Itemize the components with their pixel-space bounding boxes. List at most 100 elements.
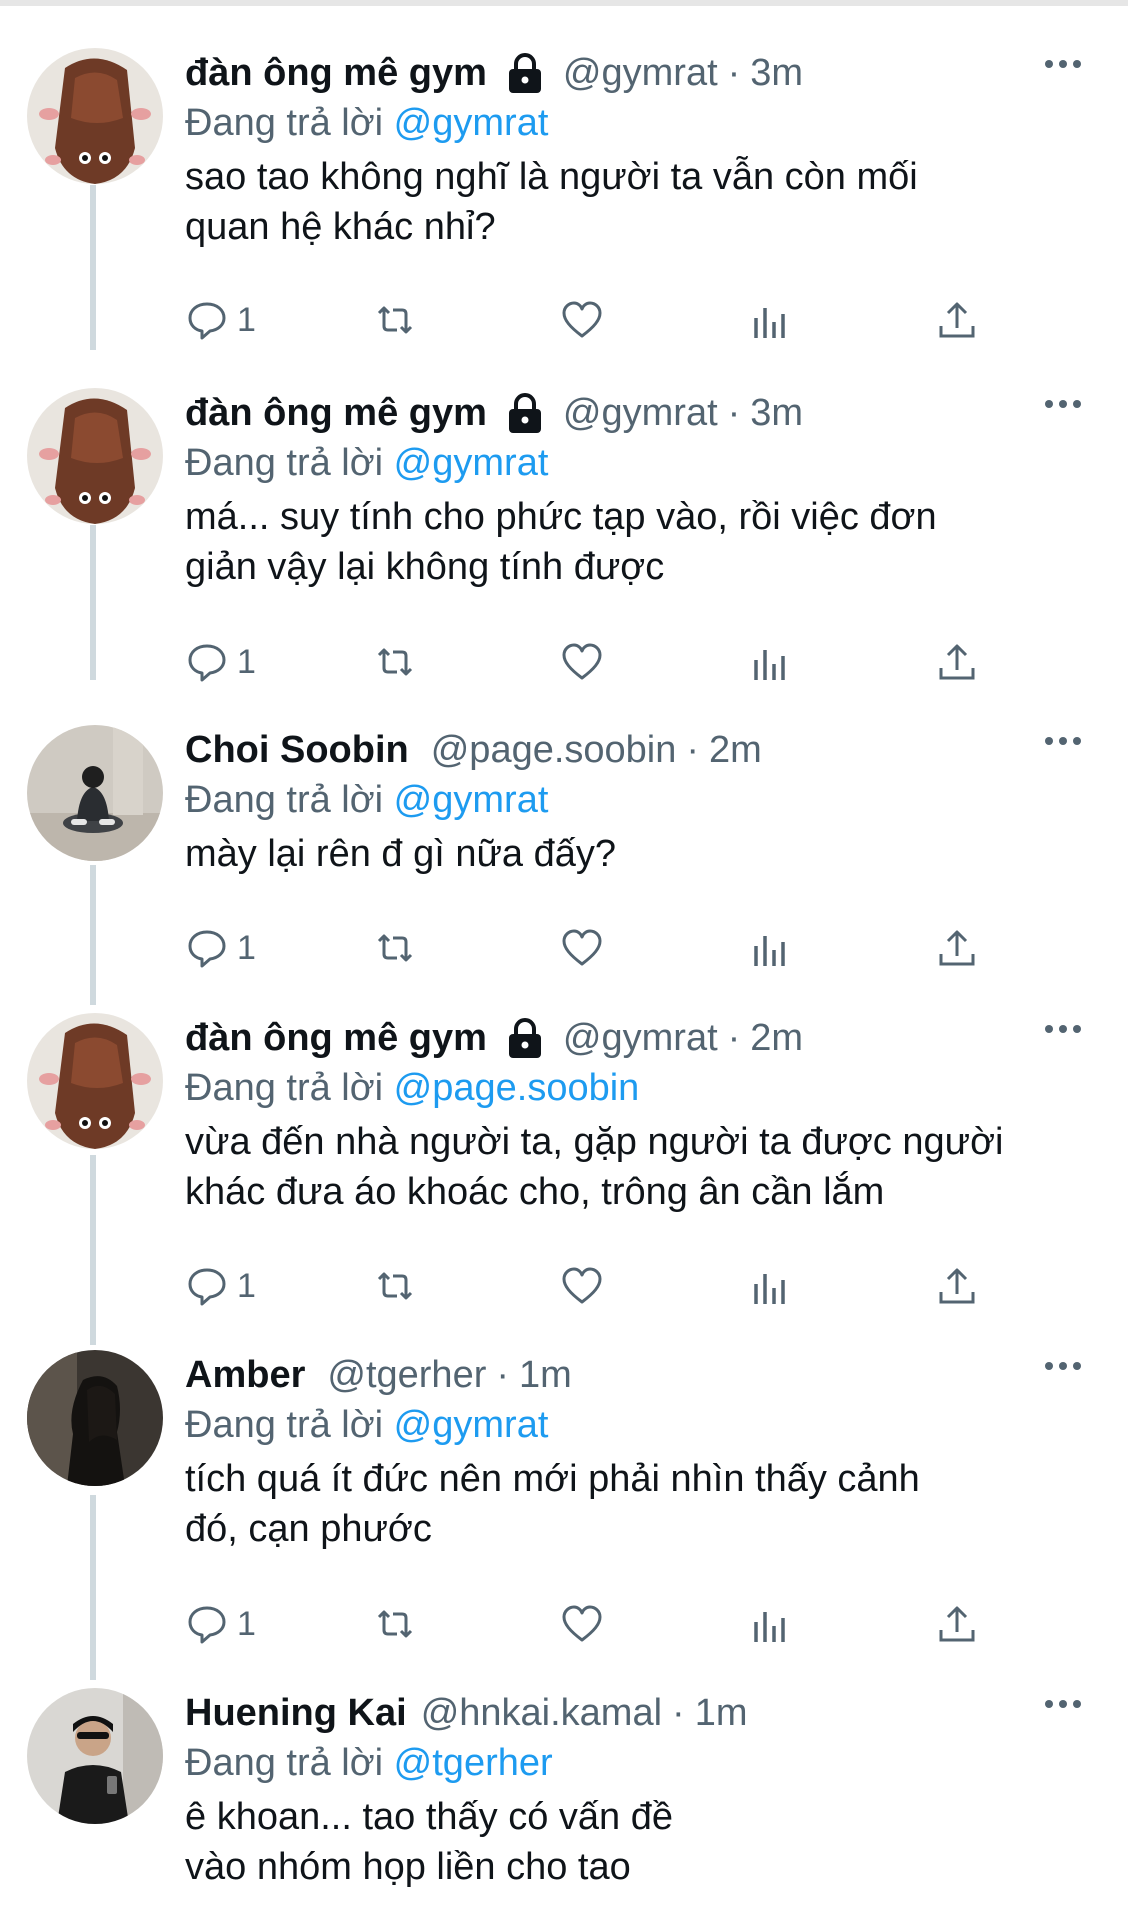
share-icon: [939, 1268, 975, 1304]
display-name[interactable]: đàn ông mê gym: [185, 388, 487, 438]
replying-to: Đang trả lời @gymrat: [185, 438, 1108, 488]
mirror-selfie-avatar[interactable]: [27, 1688, 163, 1824]
reply-mention[interactable]: @gymrat: [394, 779, 549, 821]
analytics-button[interactable]: [748, 640, 792, 684]
reply-icon: [188, 930, 226, 968]
reply-mention[interactable]: @gymrat: [394, 1404, 549, 1446]
more-options-icon[interactable]: [1043, 729, 1083, 753]
more-options-icon[interactable]: [1043, 392, 1083, 416]
heart-icon: [562, 1267, 602, 1304]
timestamp[interactable]: 2m: [750, 1013, 803, 1063]
analytics-button[interactable]: [748, 298, 792, 342]
timestamp[interactable]: 1m: [519, 1350, 572, 1400]
retweet-button[interactable]: [373, 298, 417, 342]
tweet-text: mày lại rên đ gì nữa đấy?: [185, 833, 617, 875]
analytics-icon: [754, 936, 785, 966]
share-button[interactable]: [935, 926, 979, 970]
share-icon: [939, 644, 975, 680]
like-button[interactable]: [560, 298, 604, 342]
share-icon: [939, 302, 975, 338]
tweet[interactable]: đàn ông mê gym @gymrat · 3m Đang trả lời…: [0, 388, 1128, 688]
tweet-text: sao tao không nghĩ là người ta vẫn còn m…: [185, 156, 918, 248]
lock-icon: [508, 393, 541, 433]
tweet-header: đàn ông mê gym @gymrat · 3m: [185, 388, 1108, 438]
share-button[interactable]: [935, 1602, 979, 1646]
more-options-icon[interactable]: [1043, 1017, 1083, 1041]
share-button[interactable]: [935, 640, 979, 684]
reply-button[interactable]: 1: [185, 640, 256, 684]
more-options-icon[interactable]: [1043, 1692, 1083, 1716]
reply-mention[interactable]: @page.soobin: [394, 1067, 640, 1109]
tweet[interactable]: Choi Soobin @page.soobin · 2m Đang trả l…: [0, 725, 1128, 985]
tweet-header: đàn ông mê gym @gymrat · 2m: [185, 1013, 1108, 1063]
more-options-icon[interactable]: [1043, 1354, 1083, 1378]
reply-icon: [188, 644, 226, 682]
tweet[interactable]: đàn ông mê gym @gymrat · 3m Đang trả lời…: [0, 48, 1128, 348]
like-button[interactable]: [560, 640, 604, 684]
tweet[interactable]: Huening Kai @hnkai.kamal · 1m Đang trả l…: [0, 1688, 1128, 1920]
tweet-header: Huening Kai @hnkai.kamal · 1m: [185, 1688, 1108, 1738]
analytics-button[interactable]: [748, 1602, 792, 1646]
retweet-button[interactable]: [373, 640, 417, 684]
retweet-button[interactable]: [373, 926, 417, 970]
retweet-button[interactable]: [373, 1602, 417, 1646]
rat-costume-avatar[interactable]: [27, 388, 163, 524]
replying-to: Đang trả lời @gymrat: [185, 1400, 1108, 1450]
reply-button[interactable]: 1: [185, 926, 256, 970]
reply-mention[interactable]: @tgerher: [394, 1742, 553, 1784]
tweet[interactable]: đàn ông mê gym @gymrat · 2m Đang trả lời…: [0, 1013, 1128, 1313]
reply-mention[interactable]: @gymrat: [394, 102, 549, 144]
like-button[interactable]: [560, 926, 604, 970]
display-name[interactable]: Choi Soobin: [185, 725, 409, 775]
handle[interactable]: @gymrat: [563, 48, 718, 98]
reply-count: 1: [237, 642, 256, 681]
like-button[interactable]: [560, 1602, 604, 1646]
reply-button[interactable]: 1: [185, 298, 256, 342]
handle[interactable]: @page.soobin: [431, 725, 677, 775]
tweet[interactable]: Amber @tgerher · 1m Đang trả lời @gymrat…: [0, 1350, 1128, 1650]
replying-to-label: Đang trả lời: [185, 102, 384, 144]
analytics-button[interactable]: [748, 1264, 792, 1308]
handle[interactable]: @hnkai.kamal: [421, 1688, 662, 1738]
separator-dot: ·: [686, 729, 700, 771]
heart-icon: [562, 643, 602, 680]
rat-costume-avatar[interactable]: [27, 1013, 163, 1149]
like-button[interactable]: [560, 1264, 604, 1308]
timestamp[interactable]: 3m: [750, 48, 803, 98]
more-options-icon[interactable]: [1043, 52, 1083, 76]
tweet-text: ê khoan... tao thấy có vấn đề vào nhóm h…: [185, 1796, 674, 1888]
reply-mention[interactable]: @gymrat: [394, 442, 549, 484]
timestamp[interactable]: 3m: [750, 388, 803, 438]
replying-to-label: Đang trả lời: [185, 1067, 384, 1109]
display-name[interactable]: đàn ông mê gym: [185, 48, 487, 98]
reply-button[interactable]: 1: [185, 1264, 256, 1308]
analytics-icon: [754, 1612, 785, 1642]
handle[interactable]: @gymrat: [563, 1013, 718, 1063]
retweet-button[interactable]: [373, 1264, 417, 1308]
handle[interactable]: @gymrat: [563, 388, 718, 438]
display-name[interactable]: Amber: [185, 1350, 305, 1400]
replying-to-label: Đang trả lời: [185, 442, 384, 484]
tweet-header: Choi Soobin @page.soobin · 2m: [185, 725, 1108, 775]
separator-dot: ·: [727, 1017, 741, 1059]
retweet-icon: [377, 648, 413, 676]
rat-costume-avatar[interactable]: [27, 48, 163, 184]
analytics-button[interactable]: [748, 926, 792, 970]
share-button[interactable]: [935, 298, 979, 342]
timestamp[interactable]: 1m: [695, 1688, 748, 1738]
reply-icon: [188, 1606, 226, 1644]
separator-dot: ·: [496, 1354, 510, 1396]
separator-dot: ·: [727, 392, 741, 434]
reply-button[interactable]: 1: [185, 1602, 256, 1646]
display-name[interactable]: Huening Kai: [185, 1688, 407, 1738]
reply-count: 1: [237, 928, 256, 967]
display-name[interactable]: đàn ông mê gym: [185, 1013, 487, 1063]
replying-to-label: Đang trả lời: [185, 779, 384, 821]
seated-person-avatar[interactable]: [27, 725, 163, 861]
dark-portrait-avatar[interactable]: [27, 1350, 163, 1486]
timestamp[interactable]: 2m: [709, 725, 762, 775]
handle[interactable]: @tgerher: [327, 1350, 486, 1400]
tweet-actions: 1: [185, 926, 1005, 970]
reply-count: 1: [237, 1266, 256, 1305]
share-button[interactable]: [935, 1264, 979, 1308]
